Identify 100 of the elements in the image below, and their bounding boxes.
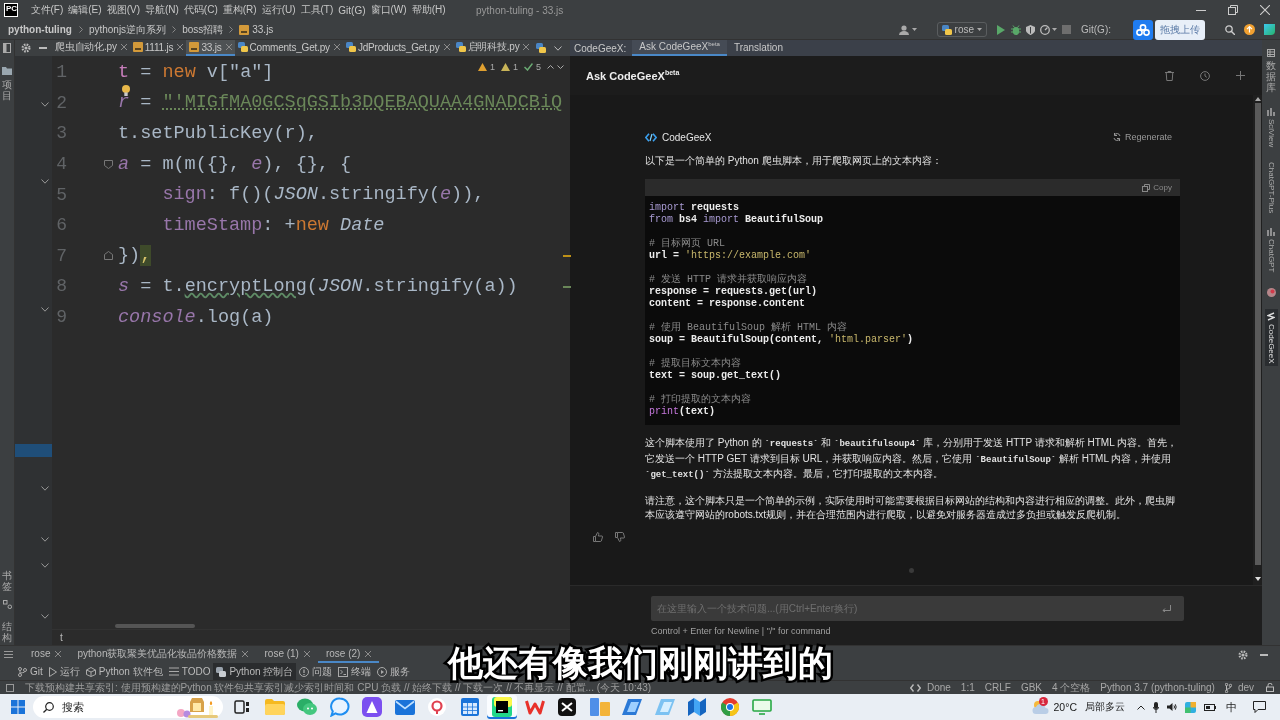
input-method-indicator[interactable]: 中: [1226, 699, 1237, 715]
chevron-down-icon[interactable]: [41, 614, 49, 620]
tricolor-circle-icon[interactable]: [720, 698, 739, 716]
thumbs-down-icon[interactable]: [615, 531, 625, 542]
person-icon[interactable]: [898, 24, 909, 35]
close-icon[interactable]: [443, 44, 450, 50]
panel-toggle-icon[interactable]: [3, 43, 11, 53]
run-tab[interactable]: python获取聚美优品化妆品价格数据: [69, 646, 257, 663]
envelope-icon[interactable]: [394, 699, 415, 715]
tool-window-button[interactable]: Python 软件包: [82, 663, 166, 680]
battery-icon[interactable]: [1204, 703, 1216, 711]
menu-item[interactable]: 代码(C): [181, 3, 221, 17]
tool-window-button[interactable]: 终端: [335, 663, 375, 680]
close-icon[interactable]: [303, 650, 310, 657]
breadcrumb-item[interactable]: python-tuling: [8, 24, 73, 35]
panel-tab[interactable]: Ask CodeGeeX$^{beta}$: [632, 40, 727, 56]
colorful-tile-icon[interactable]: [1185, 701, 1196, 713]
tool-window-button[interactable]: SciView: [1264, 105, 1278, 151]
parallelogram-icon[interactable]: [622, 699, 642, 715]
panel-tab[interactable]: Translation: [726, 40, 790, 56]
warning-triangle-icon[interactable]: [500, 63, 510, 71]
thumbs-up-icon[interactable]: [593, 531, 603, 542]
close-icon[interactable]: [365, 650, 372, 657]
editor-tab[interactable]: JdProducts_Get.py: [342, 40, 453, 56]
editor-tab[interactable]: 启明科技.py: [452, 40, 533, 56]
editor-tab[interactable]: Comments_Get.py: [234, 40, 343, 56]
scroll-down-arrow-icon[interactable]: [1254, 577, 1261, 581]
tool-window-button[interactable]: 运行: [45, 663, 83, 680]
minimize-icon[interactable]: [1196, 9, 1206, 11]
scrollbar-thumb[interactable]: [1254, 103, 1261, 565]
tool-window-button[interactable]: ChatGPT: [1264, 225, 1278, 276]
chevron-up-icon[interactable]: [1137, 704, 1145, 710]
chevron-down-icon[interactable]: [557, 65, 564, 69]
folder-icon[interactable]: [2, 67, 12, 75]
close-icon[interactable]: [523, 44, 530, 50]
tool-window-label[interactable]: 书签: [2, 570, 12, 592]
status-item[interactable]: 4 个空格: [1052, 680, 1091, 695]
file-icon[interactable]: [536, 43, 547, 53]
app-tile-icon[interactable]: [492, 697, 512, 717]
shapes-icon[interactable]: [2, 600, 12, 609]
list-icon[interactable]: [4, 650, 13, 659]
run-tab[interactable]: rose: [23, 646, 70, 663]
editor-tab[interactable]: 33.js: [186, 40, 235, 56]
error-stripe-mark[interactable]: [563, 255, 572, 257]
linked-rings-icon[interactable]: [1133, 19, 1153, 40]
restore-icon[interactable]: [1228, 5, 1238, 15]
tool-window-button[interactable]: TODO: [165, 663, 214, 680]
folder-stack-icon[interactable]: [589, 698, 610, 716]
square-icon[interactable]: [6, 683, 14, 692]
chevron-up-icon[interactable]: [547, 65, 554, 69]
menu-item[interactable]: Git(G): [335, 4, 369, 16]
branch-icon[interactable]: [1224, 682, 1232, 693]
up-arrow-circle-icon[interactable]: [1244, 24, 1255, 35]
menu-item[interactable]: 重构(R): [220, 3, 260, 17]
tool-window-button[interactable]: 服务: [374, 663, 414, 680]
breadcrumb-item[interactable]: pythonjs逆向系列: [88, 22, 167, 37]
breadcrumb-item[interactable]: 33.js: [252, 24, 274, 35]
search-field[interactable]: 搜索: [33, 696, 223, 718]
fold-marker-icon[interactable]: [103, 159, 113, 169]
folded-map-icon[interactable]: [688, 698, 706, 716]
upload-button[interactable]: 拖拽上传: [1155, 19, 1205, 40]
gear-icon[interactable]: [1238, 649, 1248, 660]
tool-window-button[interactable]: Git: [15, 663, 46, 680]
warning-triangle-icon[interactable]: [477, 63, 487, 71]
close-icon[interactable]: [55, 650, 62, 657]
regenerate-button[interactable]: Regenerate: [1112, 132, 1172, 142]
gradient-tile-icon[interactable]: [1264, 24, 1275, 35]
status-item[interactable]: 1:1: [960, 682, 975, 693]
editor-tab[interactable]: 爬虫自动化.py: [52, 40, 130, 56]
speech-bubble-icon[interactable]: [1253, 701, 1266, 713]
tool-window-button[interactable]: Python 控制台: [213, 663, 297, 680]
status-item[interactable]: dev: [1237, 682, 1254, 693]
menu-item[interactable]: 编辑(E): [65, 3, 105, 17]
menu-item[interactable]: 视图(V): [104, 3, 143, 17]
breadcrumb-item[interactable]: boss招聘: [182, 22, 224, 37]
weather-condition[interactable]: 局部多云: [1085, 700, 1125, 714]
tool-window-button[interactable]: ChatGPT-Plus: [1264, 159, 1278, 217]
menu-item[interactable]: 文件(F): [28, 3, 66, 17]
breadcrumb-item[interactable]: t: [60, 632, 63, 643]
caret-down-icon[interactable]: [911, 28, 917, 31]
chevron-down-icon[interactable]: [554, 45, 563, 51]
scrollbar-thumb[interactable]: [115, 623, 195, 628]
close-icon[interactable]: [242, 650, 249, 657]
bug-icon[interactable]: [1011, 24, 1021, 35]
close-icon[interactable]: [1260, 5, 1270, 15]
chevron-down-icon[interactable]: [41, 307, 49, 313]
menu-item[interactable]: 运行(U): [259, 3, 299, 17]
run-config-dropdown[interactable]: rose: [936, 22, 987, 37]
status-item[interactable]: Done: [926, 682, 951, 693]
copy-button[interactable]: Copy: [1142, 183, 1172, 192]
taskbar-app-button[interactable]: [487, 695, 517, 719]
run-tab[interactable]: rose (1): [256, 646, 318, 663]
minus-icon[interactable]: [1260, 653, 1268, 656]
close-icon[interactable]: [120, 44, 127, 50]
scroll-up-arrow-icon[interactable]: [1254, 97, 1261, 101]
ring-icon[interactable]: [428, 698, 446, 716]
tool-window-button[interactable]: CodeGeeX: [1264, 308, 1278, 367]
menu-item[interactable]: 导航(N): [142, 3, 182, 17]
calendar-icon[interactable]: [460, 698, 479, 716]
monitor-icon[interactable]: [752, 699, 772, 715]
